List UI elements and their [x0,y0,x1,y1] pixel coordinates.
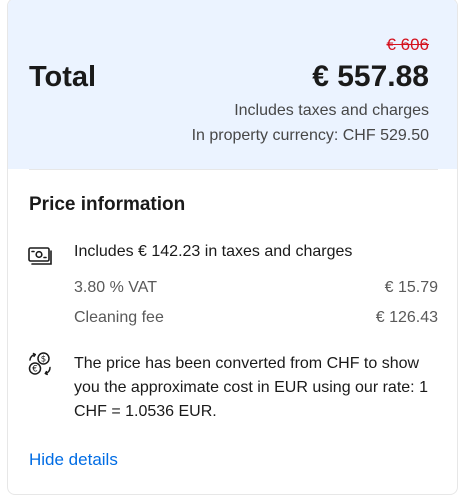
price-summary-card: € 606 Total € 557.88 Includes taxes and … [7,0,458,495]
price-line-value: € 126.43 [375,309,438,326]
cash-icon [27,242,53,268]
original-price: € 606 [386,35,429,54]
currency-exchange-icon: $ € [27,351,53,377]
price-line-label: Cleaning fee [74,309,164,326]
price-line-value: € 15.79 [384,279,438,296]
total-label: Total [29,61,97,93]
taxes-note: Includes taxes and charges [234,102,429,119]
hide-details-link[interactable]: Hide details [29,450,118,470]
total-summary: € 606 Total € 557.88 Includes taxes and … [8,0,457,169]
property-currency-note: In property currency: CHF 529.50 [191,127,429,144]
svg-text:$: $ [41,355,46,365]
total-price: € 557.88 [312,60,429,93]
currency-conversion-note: The price has been converted from CHF to… [74,355,428,420]
svg-text:€: € [32,365,37,375]
divider [29,169,438,170]
tax-summary-text: Includes € 142.23 in taxes and charges [74,243,353,260]
price-information-title: Price information [29,194,186,215]
price-line-label: 3.80 % VAT [74,279,157,296]
